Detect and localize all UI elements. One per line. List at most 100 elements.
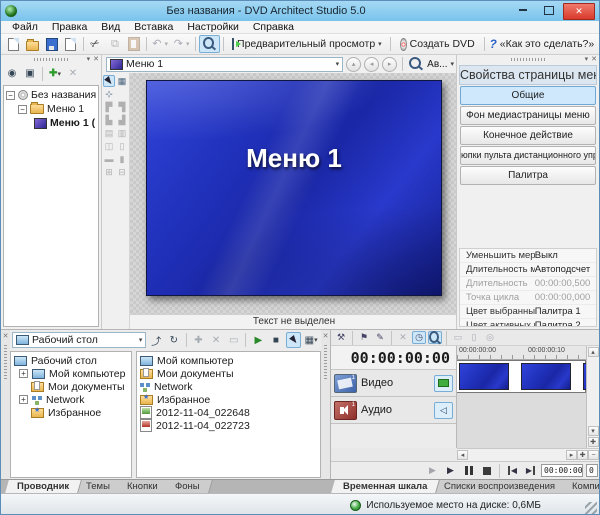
open-media-button[interactable]: ▭	[451, 331, 465, 344]
list-item[interactable]: Избранное	[137, 393, 320, 406]
chapter-snap-toggle-button[interactable]: ◷	[412, 331, 426, 344]
explorer-left-grip[interactable]: ✕	[1, 330, 10, 479]
zoom-out-button[interactable]: −	[588, 450, 599, 460]
go-to-end-button[interactable]: ▶	[523, 464, 538, 478]
auto-preview-toggle-button[interactable]	[286, 332, 302, 348]
audio-mute-button[interactable]: ◁	[434, 402, 453, 419]
tab-playlists[interactable]: Списки воспроизведения	[432, 480, 568, 493]
tree-item-my-computer[interactable]: + Мой компьютер	[11, 367, 131, 380]
tree-item-menu-page[interactable]: Меню 1 (	[4, 116, 98, 130]
new-folder-button[interactable]: ✚	[191, 332, 207, 348]
menu-canvas[interactable]: Меню 1	[130, 73, 458, 315]
collapse-icon[interactable]: −	[6, 91, 15, 100]
pin-icon[interactable]: ▾	[585, 55, 589, 63]
menu-view[interactable]: Вид	[94, 21, 127, 33]
align-center-h-button[interactable]: ▙	[103, 114, 115, 126]
properties-panel-grip[interactable]: ▾✕	[457, 55, 599, 64]
favorites-button[interactable]: ▭	[226, 332, 242, 348]
explorer-right-grip[interactable]: ✕	[321, 330, 330, 479]
how-to-button[interactable]: ? «Как это сделать?»	[488, 35, 596, 53]
auto-ripple-toggle-button[interactable]	[428, 331, 442, 344]
nav-forward-button[interactable]: ▸	[382, 57, 397, 72]
tab-backgrounds[interactable]: Фоны	[163, 480, 212, 493]
menu-help[interactable]: Справка	[246, 21, 301, 33]
property-value[interactable]: Автоподсчет	[535, 264, 596, 275]
space-across-button[interactable]: ▬	[103, 153, 115, 165]
new-project-button[interactable]	[4, 35, 22, 53]
cursor-time-field[interactable]: 00:00:00	[541, 464, 583, 477]
refresh-button[interactable]: ↻	[166, 332, 182, 348]
menu-file[interactable]: Файл	[5, 21, 45, 33]
scroll-left-icon[interactable]: ◂	[457, 450, 468, 460]
play-button[interactable]: ▶	[443, 464, 458, 478]
menu-title-text[interactable]: Меню 1	[147, 143, 441, 174]
redo-button[interactable]: ↷▾	[171, 35, 191, 53]
go-to-start-button[interactable]: ◀	[505, 464, 520, 478]
tab-compilation[interactable]: Компиляция	[561, 480, 600, 493]
close-icon[interactable]: ✕	[323, 332, 329, 340]
list-item[interactable]: Network	[137, 380, 320, 393]
undo-button[interactable]: ↶▾	[150, 35, 170, 53]
timecode-display[interactable]: 00:00:00:00	[331, 346, 456, 370]
property-value[interactable]: Палитра 2	[535, 320, 596, 327]
grid-tool-button[interactable]: ▦	[116, 75, 128, 87]
make-dvd-button[interactable]: Создать DVD	[394, 35, 480, 53]
space-down-button[interactable]: ▮	[116, 153, 128, 165]
menu-insert[interactable]: Вставка	[127, 21, 180, 33]
nav-up-button[interactable]: ▴	[346, 57, 361, 72]
disc-view-button[interactable]: ◉	[4, 66, 20, 82]
close-icon[interactable]: ✕	[3, 332, 9, 340]
stop-button[interactable]	[479, 464, 494, 478]
same-height-button[interactable]: ▯	[116, 140, 128, 152]
tree-item-menu[interactable]: − Меню 1	[4, 102, 98, 116]
zoom-level-value[interactable]: Ав...	[427, 59, 447, 70]
same-width-button[interactable]: ◫	[103, 140, 115, 152]
timeline-horizontal-scrollbar[interactable]: ◂ ▸ ✚ −	[457, 448, 599, 461]
burn-button[interactable]: ◎	[483, 331, 497, 344]
tree-item-my-documents[interactable]: Мои документы	[11, 380, 131, 393]
play-from-start-button[interactable]: ▶	[425, 464, 440, 478]
align-left-button[interactable]: ▛	[103, 101, 115, 113]
video-thumbnail[interactable]	[459, 363, 509, 390]
list-item[interactable]: 2012-11-04_022648	[137, 406, 320, 419]
size-to-grid-button[interactable]: ⊞	[103, 166, 115, 178]
tools-button[interactable]: ⚒	[334, 331, 348, 344]
track-edit-tool-button[interactable]: ⊹	[103, 88, 115, 100]
tab-explorer[interactable]: Проводник	[5, 480, 82, 493]
close-icon[interactable]: ✕	[591, 55, 597, 63]
expand-icon[interactable]: +	[19, 369, 28, 378]
collapse-icon[interactable]: −	[18, 105, 27, 114]
end-time-field[interactable]: 0	[586, 464, 598, 477]
list-item[interactable]: 2012-11-04_022723	[137, 419, 320, 432]
scroll-right-icon[interactable]: ▸	[566, 450, 577, 460]
align-right-button[interactable]: ▤	[103, 127, 115, 139]
cut-button[interactable]: ✂	[87, 35, 105, 53]
track-row-audio[interactable]: 1 Аудио ◁	[331, 397, 456, 424]
props-tab-general[interactable]: Общие	[460, 86, 596, 105]
menu-options[interactable]: Настройки	[180, 21, 246, 33]
optimize-disc-button[interactable]: ▣	[22, 66, 38, 82]
close-button[interactable]: ✕	[563, 3, 595, 20]
paste-button[interactable]	[125, 35, 143, 53]
snap-to-grid-button[interactable]: ⊟	[116, 166, 128, 178]
align-top-button[interactable]: ▜	[116, 101, 128, 113]
props-tab-remote-buttons[interactable]: юпки пульта дистанционного управлень	[460, 146, 596, 165]
menu-edit[interactable]: Правка	[45, 21, 94, 33]
align-bottom-button[interactable]: ▥	[116, 127, 128, 139]
project-properties-button[interactable]	[62, 35, 80, 53]
props-tab-end-action[interactable]: Конечное действие	[460, 126, 596, 145]
menu-background[interactable]: Меню 1	[146, 80, 442, 296]
app-icon[interactable]	[5, 5, 17, 17]
tree-item-network[interactable]: + Network	[11, 393, 131, 406]
resize-grip[interactable]	[585, 502, 597, 514]
nav-back-button[interactable]: ◂	[364, 57, 379, 72]
props-tab-background[interactable]: Фон медиастраницы меню	[460, 106, 596, 125]
delete-file-button[interactable]: ✕	[208, 332, 224, 348]
preview-button[interactable]: Предварительный просмотр ▾	[227, 35, 388, 53]
open-project-button[interactable]	[23, 35, 42, 53]
pause-button[interactable]	[461, 464, 476, 478]
list-item[interactable]: Мои документы	[137, 367, 320, 380]
list-item[interactable]: Мой компьютер	[137, 354, 320, 367]
replace-media-button[interactable]: ▯	[467, 331, 481, 344]
tab-buttons[interactable]: Кнопки	[115, 480, 170, 493]
